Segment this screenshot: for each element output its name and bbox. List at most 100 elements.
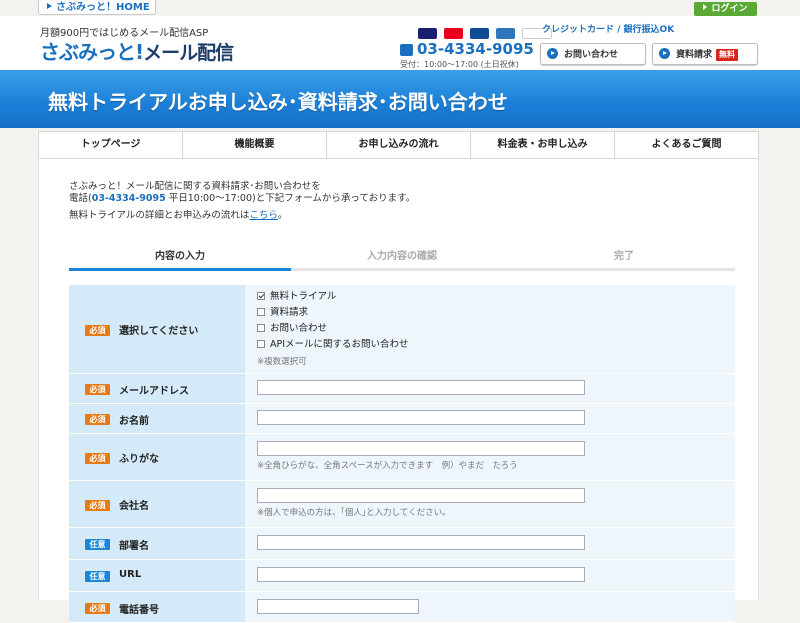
- url-input[interactable]: [257, 567, 585, 582]
- contact-button-label: お問い合わせ: [564, 50, 619, 60]
- form-row-email: 必須 メールアドレス: [69, 374, 735, 404]
- intro-tel: 03-4334-9095: [91, 193, 166, 204]
- form-row-tel: 必須 電話番号: [69, 592, 735, 623]
- page-title: 無料トライアルお申し込み･資料請求･お問い合わせ: [48, 90, 508, 114]
- department-input[interactable]: [257, 535, 585, 550]
- option-label: 無料トライアル: [270, 291, 337, 302]
- step-complete: 完了: [513, 247, 735, 271]
- option-inquiry[interactable]: お問い合わせ: [257, 323, 327, 335]
- login-button[interactable]: ログイン: [694, 2, 757, 16]
- furigana-note: ※全角ひらがな、全角スペースが入力できます 例）やまだ たろう: [257, 461, 518, 471]
- company-label: 会社名: [119, 501, 149, 512]
- required-badge: 必須: [85, 384, 110, 395]
- nav-item-top[interactable]: トップページ: [39, 132, 183, 158]
- required-badge: 必須: [85, 325, 110, 336]
- form-field: ※個人で申込の方は、｢個人｣と入力してください。: [245, 481, 735, 527]
- step-input: 内容の入力: [69, 247, 291, 271]
- checkbox-checked[interactable]: [257, 292, 265, 300]
- triangle-right-icon: [703, 4, 708, 10]
- required-badge: 必須: [85, 603, 110, 614]
- form-field: [245, 404, 735, 433]
- company-input[interactable]: [257, 488, 585, 503]
- form-row-furigana: 必須 ふりがな ※全角ひらがな、全角スペースが入力できます 例）やまだ たろう: [69, 434, 735, 481]
- logo-sub: メール配信: [143, 42, 234, 64]
- optional-badge: 任意: [85, 539, 110, 550]
- intro-line-2: 電話(03-4334-9095 平日10:00～17:00)と下記フォームから承…: [69, 193, 669, 205]
- form-field: ※全角ひらがな、全角スペースが入力できます 例）やまだ たろう: [245, 434, 735, 480]
- option-label: 資料請求: [270, 307, 309, 318]
- arrow-circle-icon: [659, 48, 670, 59]
- details-link[interactable]: こちら: [249, 210, 278, 221]
- top-bar: さぶみっと！HOME: [0, 0, 800, 16]
- progress-steps: 内容の入力 入力内容の確認 完了: [69, 247, 735, 271]
- payment-text: クレジットカード / 銀行振込OK: [542, 25, 675, 35]
- contact-button[interactable]: お問い合わせ: [540, 43, 646, 65]
- multi-select-note: ※複数選択可: [257, 357, 307, 367]
- url-label: URL: [119, 569, 142, 580]
- request-materials-button[interactable]: 資料請求 無料: [652, 43, 758, 65]
- required-badge: 必須: [85, 500, 110, 511]
- department-label: 部署名: [119, 541, 149, 552]
- form-row-url: 任意 URL: [69, 560, 735, 592]
- checkbox[interactable]: [257, 340, 265, 348]
- name-label: お名前: [119, 416, 149, 427]
- option-free-trial[interactable]: 無料トライアル: [257, 291, 336, 303]
- tel-input[interactable]: [257, 599, 419, 614]
- furigana-input[interactable]: [257, 441, 585, 456]
- form-row-department: 任意 部署名: [69, 528, 735, 560]
- mastercard-icon: [444, 28, 464, 39]
- business-hours: 受付：10:00～17:00 (土日祝休): [400, 60, 519, 69]
- nav-item-faq[interactable]: よくあるご質問: [615, 132, 758, 158]
- login-label: ログイン: [711, 4, 748, 14]
- checkbox[interactable]: [257, 308, 265, 316]
- form-label: 任意 部署名: [69, 528, 245, 559]
- main-nav: トップページ 機能概要 お申し込みの流れ 料金表・お申し込み よくあるご質問: [38, 131, 759, 159]
- home-link[interactable]: さぶみっと！HOME: [38, 0, 156, 15]
- jcb-card-icon: [470, 28, 490, 39]
- triangle-right-icon: [47, 3, 52, 9]
- intro-tel-prefix: 電話(: [69, 193, 92, 204]
- step-confirm: 入力内容の確認: [291, 247, 513, 271]
- intro-text: さぶみっと！メール配信に関する資料請求･お問い合わせを 電話(03-4334-9…: [69, 181, 669, 222]
- name-input[interactable]: [257, 410, 585, 425]
- nav-item-features[interactable]: 機能概要: [183, 132, 327, 158]
- form-field: [245, 528, 735, 559]
- intro-link-prefix: 無料トライアルの詳細とお申込みの流れは: [69, 210, 250, 221]
- form-field: [245, 592, 735, 622]
- inquiry-form: 必須 選択してください 無料トライアル 資料請求 お問い合わせ APIメールに関…: [69, 285, 735, 623]
- form-field: [245, 374, 735, 403]
- option-label: お問い合わせ: [270, 323, 328, 334]
- visa-card-icon: [418, 28, 437, 39]
- logo[interactable]: さぶみっと!メール配信: [40, 36, 234, 65]
- option-materials[interactable]: 資料請求: [257, 307, 308, 319]
- select-label: 選択してください: [119, 326, 199, 337]
- form-label: 必須 選択してください: [69, 285, 245, 373]
- phone-icon: [400, 44, 413, 56]
- form-label: 必須 メールアドレス: [69, 374, 245, 403]
- phone-number: 03-4334-9095: [417, 40, 534, 58]
- nav-item-flow[interactable]: お申し込みの流れ: [327, 132, 471, 158]
- checkbox[interactable]: [257, 324, 265, 332]
- form-row-type: 必須 選択してください 無料トライアル 資料請求 お問い合わせ APIメールに関…: [69, 285, 735, 374]
- optional-badge: 任意: [85, 571, 110, 582]
- email-input[interactable]: [257, 380, 585, 395]
- furigana-label: ふりがな: [119, 454, 159, 465]
- form-field: [245, 560, 735, 591]
- intro-link-suffix: 。: [277, 210, 288, 221]
- form-row-company: 必須 会社名 ※個人で申込の方は、｢個人｣と入力してください。: [69, 481, 735, 528]
- arrow-circle-icon: [547, 48, 558, 59]
- option-api[interactable]: APIメールに関するお問い合わせ: [257, 339, 409, 351]
- intro-line-3: 無料トライアルの詳細とお申込みの流れはこちら。: [69, 210, 669, 222]
- form-label: 必須 ふりがな: [69, 434, 245, 480]
- free-badge: 無料: [716, 49, 739, 61]
- form-field: 無料トライアル 資料請求 お問い合わせ APIメールに関するお問い合わせ ※複数…: [245, 285, 735, 373]
- option-label: APIメールに関するお問い合わせ: [270, 339, 409, 350]
- email-label: メールアドレス: [119, 386, 189, 397]
- amex-card-icon: [496, 28, 516, 39]
- nav-item-pricing[interactable]: 料金表・お申し込み: [471, 132, 615, 158]
- request-button-label: 資料請求: [676, 50, 713, 60]
- form-label: 必須 お名前: [69, 404, 245, 433]
- home-link-label: さぶみっと！HOME: [56, 2, 150, 13]
- form-label: 必須 電話番号: [69, 592, 245, 622]
- payment-cards: [418, 23, 554, 39]
